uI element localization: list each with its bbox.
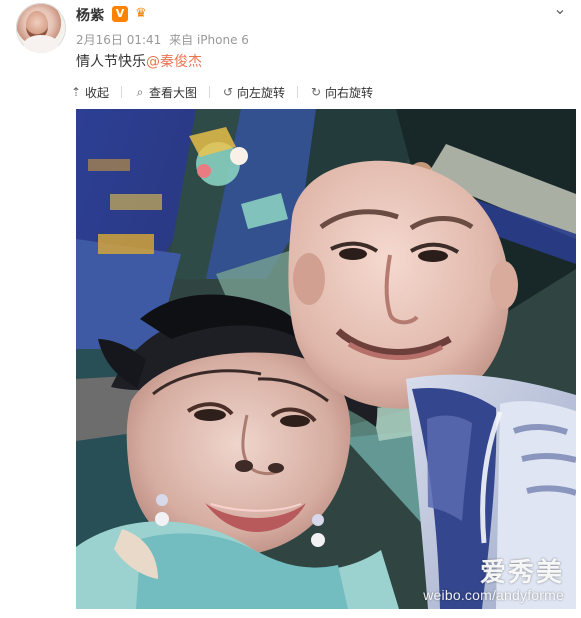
rotate-left-label: 向左旋转 [237,85,286,100]
rotate-right-button[interactable]: ↻ 向右旋转 [310,84,373,101]
post-image[interactable]: 爱秀美 weibo.com/andyforme [76,109,576,609]
rotate-left-icon: ↺ [223,85,234,99]
post-via: 来自 iPhone 6 [169,33,249,47]
rotate-left-button[interactable]: ↺ 向左旋转 [222,84,285,101]
arrow-up-icon: ⇡ [70,85,82,99]
collapse-label: 收起 [85,85,110,100]
image-watermark: 爱秀美 weibo.com/andyforme [423,558,564,603]
rotate-right-label: 向右旋转 [325,85,374,100]
collapse-button[interactable]: ⇡ 收起 [70,84,109,101]
post-text: 情人节快乐@秦俊杰 [76,51,202,71]
view-large-label: 查看大图 [149,85,198,100]
rotate-right-icon: ↻ [311,85,322,99]
toolbar-divider [209,86,211,98]
chevron-down-icon[interactable]: ⌄ [551,0,569,18]
post-header: 杨紫 V ♛ ⌄ 2月16日 01:41 来自 iPhone 6 情人节快乐@秦… [0,0,581,76]
view-large-button[interactable]: ⌕ 查看大图 [134,84,197,101]
watermark-brand: 爱秀美 [479,557,564,587]
watermark-url: weibo.com/andyforme [423,587,564,603]
post-image-illustration [76,109,576,609]
search-icon: ⌕ [136,84,144,99]
post-text-prefix: 情人节快乐 [76,54,146,70]
toolbar-divider [121,86,123,98]
post-date[interactable]: 2月16日 01:41 [76,33,161,47]
weibo-post-frame: 杨紫 V ♛ ⌄ 2月16日 01:41 来自 iPhone 6 情人节快乐@秦… [0,0,581,618]
username[interactable]: 杨紫 [76,5,104,25]
avatar[interactable] [16,3,66,53]
mention-link[interactable]: @秦俊杰 [146,54,202,70]
vip-badge-icon: V [112,6,128,22]
toolbar-divider [297,86,299,98]
post-meta: 2月16日 01:41 来自 iPhone 6 [76,31,249,48]
crown-icon: ♛ [135,6,147,21]
image-toolbar: ⇡ 收起 ⌕ 查看大图 ↺ 向左旋转 ↻ 向右旋转 [70,82,564,102]
